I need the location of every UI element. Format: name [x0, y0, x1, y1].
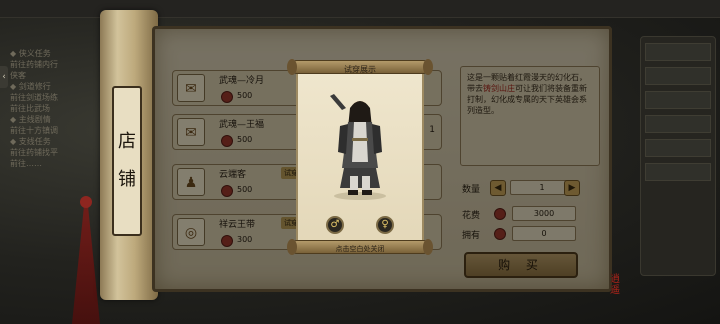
- tassel-knot: [80, 196, 92, 208]
- expand-arrow-icon[interactable]: ‹: [0, 66, 8, 88]
- side-menu-item[interactable]: [645, 163, 711, 181]
- side-menu-item[interactable]: [645, 115, 711, 133]
- close-hint: 点击空白处关闭: [335, 245, 385, 253]
- male-icon[interactable]: ♂: [326, 216, 344, 234]
- character-preview: [330, 94, 386, 200]
- side-menu-item[interactable]: [645, 91, 711, 109]
- shop-sign-char: 店: [118, 131, 136, 152]
- side-menu-item[interactable]: [645, 43, 711, 61]
- shop-sign: 店 铺: [112, 86, 142, 236]
- side-menu-panel: [640, 36, 716, 276]
- side-menu-item[interactable]: [645, 67, 711, 85]
- popup-title: 试穿展示: [344, 65, 376, 74]
- female-icon[interactable]: ♀: [376, 216, 394, 234]
- shop-sign-char: 铺: [118, 169, 136, 190]
- side-menu-item[interactable]: [645, 139, 711, 157]
- seal-stamp: 逍遥: [610, 274, 620, 296]
